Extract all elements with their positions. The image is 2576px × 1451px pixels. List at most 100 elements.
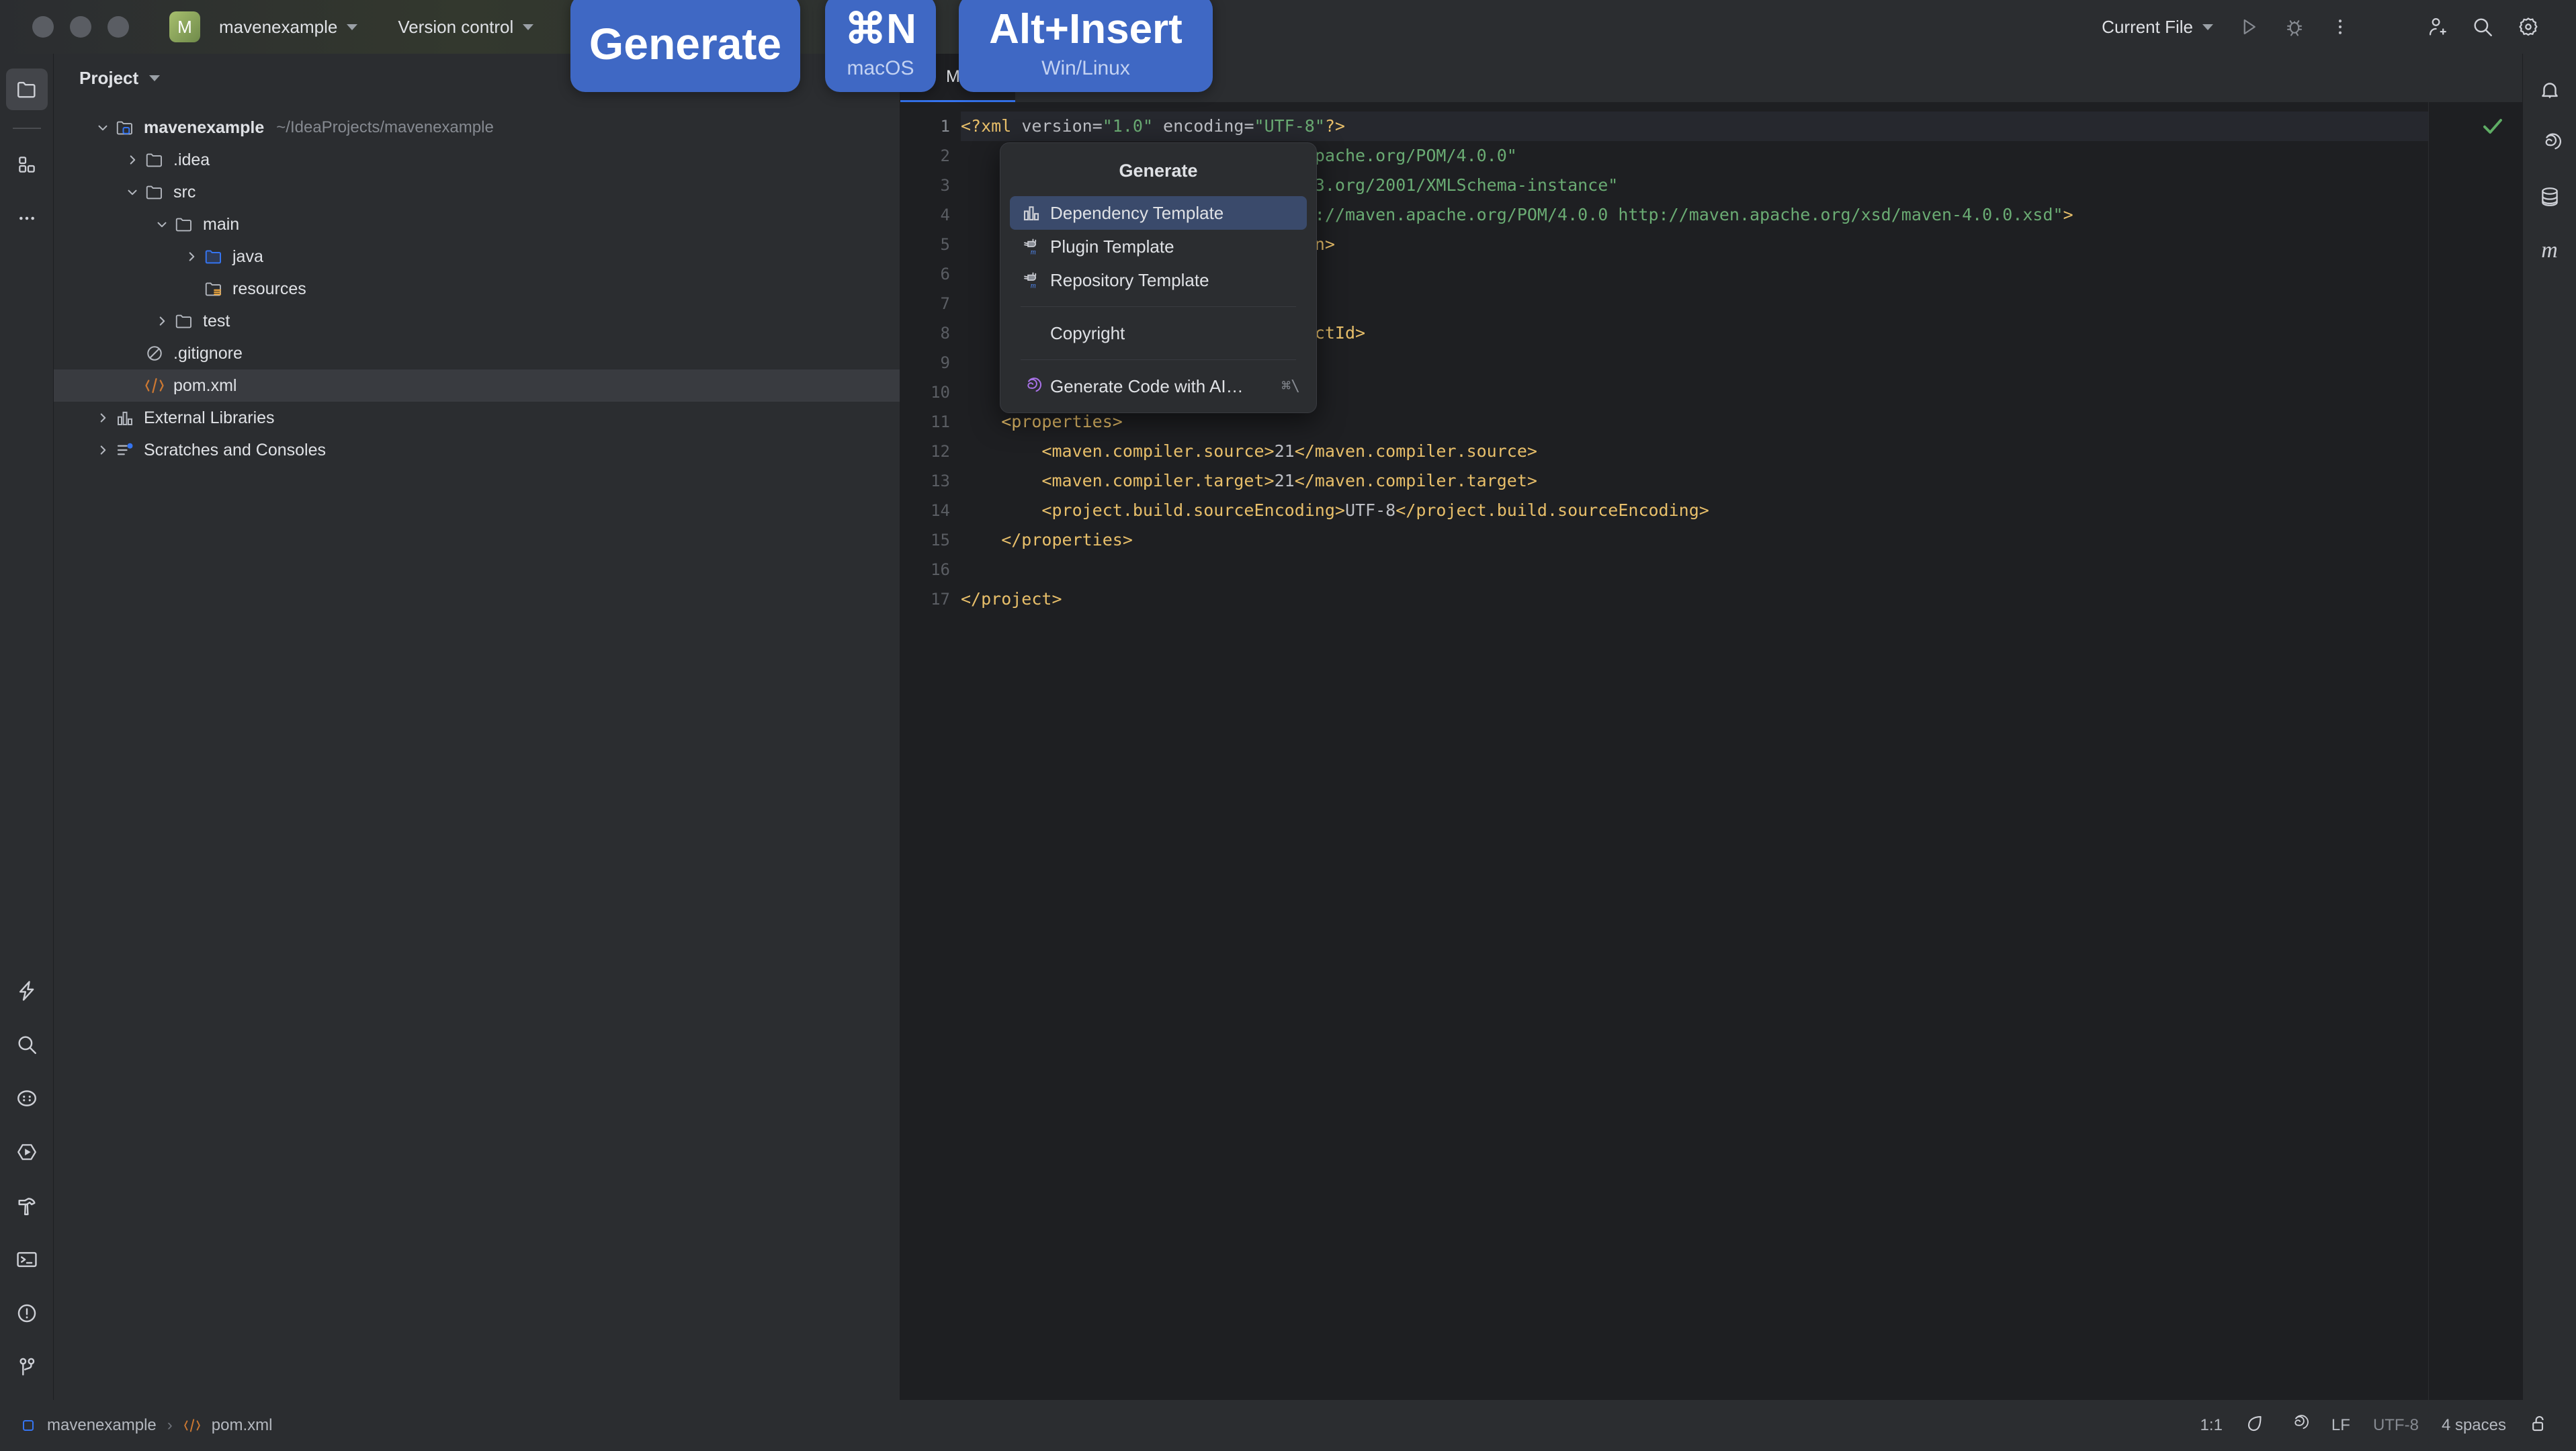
code-line[interactable]: </properties> xyxy=(961,525,2428,555)
sidebar-item-structure[interactable] xyxy=(6,144,48,185)
intellij-window: M mavenexample Version control Current F… xyxy=(0,0,2576,1451)
inspection-leaf-icon[interactable] xyxy=(2245,1413,2266,1438)
breadcrumb[interactable]: mavenexample › pom.xml xyxy=(20,1416,272,1435)
menu-item-repository-template[interactable]: mRepository Template xyxy=(1010,263,1307,297)
sidebar-item-more[interactable] xyxy=(6,197,48,239)
tree-item-java[interactable]: java xyxy=(54,240,900,273)
inspection-ok-check-icon[interactable] xyxy=(2481,114,2505,142)
sidebar-item-database[interactable] xyxy=(2529,176,2571,218)
tree-item-label: .gitignore xyxy=(173,344,243,363)
code-token-tag: </project.build.sourceEncoding> xyxy=(1396,500,1709,520)
tree-item-main[interactable]: main xyxy=(54,208,900,240)
code-line[interactable]: <maven.compiler.source>21</maven.compile… xyxy=(961,437,2428,466)
run-button[interactable] xyxy=(2228,6,2270,48)
tree-expand-arrow-icon[interactable] xyxy=(93,118,113,138)
code-line[interactable]: <maven.compiler.target>21</maven.compile… xyxy=(961,466,2428,496)
menu-item-generate-code-with-ai[interactable]: Generate Code with AI… ⌘\ xyxy=(1010,369,1307,403)
tree-item-mavenexample[interactable]: mavenexample ~/IdeaProjects/mavenexample xyxy=(54,112,900,144)
file-encoding[interactable]: UTF-8 xyxy=(2373,1416,2419,1435)
maximize-window-button[interactable] xyxy=(108,16,129,38)
tree-item-src[interactable]: src xyxy=(54,176,900,208)
tree-expand-arrow-icon[interactable] xyxy=(93,440,113,460)
tree-expand-arrow-icon[interactable] xyxy=(122,150,142,170)
search-everywhere-button[interactable] xyxy=(2462,6,2503,48)
xml-file-icon xyxy=(142,376,167,396)
ai-spiral-icon[interactable] xyxy=(2288,1413,2309,1438)
sidebar-item-problems[interactable] xyxy=(6,1292,48,1334)
tree-item-label: .idea xyxy=(173,150,210,170)
project-badge-icon: M xyxy=(169,11,200,42)
breadcrumb-file[interactable]: pom.xml xyxy=(212,1416,273,1435)
editor-markup-gutter[interactable] xyxy=(2428,102,2522,1400)
folder-icon xyxy=(142,182,167,202)
sidebar-item-build[interactable] xyxy=(6,1185,48,1227)
line-number: 14 xyxy=(900,496,950,525)
menu-item-dependency-template[interactable]: Dependency Template xyxy=(1010,196,1307,230)
tree-item-test[interactable]: test xyxy=(54,305,900,337)
svg-text:m: m xyxy=(1031,281,1036,290)
tree-item-path: ~/IdeaProjects/mavenexample xyxy=(276,118,494,137)
window-controls[interactable] xyxy=(32,16,129,38)
minimize-window-button[interactable] xyxy=(70,16,91,38)
project-name-dropdown[interactable]: mavenexample xyxy=(208,8,368,46)
sidebar-item-find[interactable] xyxy=(6,1024,48,1065)
settings-gear-icon[interactable] xyxy=(2507,6,2549,48)
tree-item-external-libraries[interactable]: External Libraries xyxy=(54,402,900,434)
gitignore-icon xyxy=(142,343,167,363)
libraries-icon xyxy=(113,408,137,428)
sidebar-item-version-control[interactable] xyxy=(6,1346,48,1388)
tree-expand-arrow-icon[interactable] xyxy=(152,214,172,234)
sidebar-item-terminal[interactable] xyxy=(6,1239,48,1280)
close-window-button[interactable] xyxy=(32,16,54,38)
unlocked-icon[interactable] xyxy=(2529,1413,2549,1438)
debug-button[interactable] xyxy=(2274,6,2315,48)
tree-expand-arrow-icon[interactable] xyxy=(122,182,142,202)
sidebar-item-ai-assistant[interactable] xyxy=(6,970,48,1012)
menu-item-label: Generate Code with AI… xyxy=(1050,376,1244,397)
sidebar-item-notifications[interactable] xyxy=(2529,69,2571,110)
line-number: 1 xyxy=(900,112,950,141)
project-tree[interactable]: mavenexample ~/IdeaProjects/mavenexample.… xyxy=(54,102,900,1400)
sidebar-item-project[interactable] xyxy=(6,69,48,110)
tree-item-scratches-and-consoles[interactable]: Scratches and Consoles xyxy=(54,434,900,466)
tree-item-label: mavenexample xyxy=(144,118,264,138)
titlebar-right-actions: Current File xyxy=(2083,6,2576,48)
line-separator[interactable]: LF xyxy=(2331,1416,2350,1435)
generate-popup[interactable]: Generate Dependency TemplatemPlugin Temp… xyxy=(1000,142,1317,413)
more-actions-button[interactable] xyxy=(2319,6,2361,48)
sidebar-item-plugins[interactable] xyxy=(6,1078,48,1119)
code-token-tag: <?xml xyxy=(961,116,1021,136)
version-control-dropdown[interactable]: Version control xyxy=(387,8,544,46)
breadcrumb-project[interactable]: mavenexample xyxy=(47,1416,157,1435)
caret-position[interactable]: 1:1 xyxy=(2200,1416,2223,1435)
code-line[interactable] xyxy=(961,555,2428,584)
tree-item-gitignore[interactable]: .gitignore xyxy=(54,337,900,369)
indent-setting[interactable]: 4 spaces xyxy=(2442,1416,2506,1435)
folder-icon xyxy=(172,214,196,234)
tree-expand-arrow-icon[interactable] xyxy=(93,408,113,428)
menu-item-shortcut: ⌘\ xyxy=(1281,378,1300,395)
menu-item-plugin-template[interactable]: mPlugin Template xyxy=(1010,230,1307,263)
tree-expand-arrow-icon[interactable] xyxy=(181,247,202,267)
tree-expand-arrow-icon[interactable] xyxy=(152,311,172,331)
code-token-str: "1.0" xyxy=(1103,116,1153,136)
sidebar-item-maven[interactable]: m xyxy=(2529,230,2571,271)
menu-item-copyright[interactable]: Copyright xyxy=(1010,316,1307,350)
sidebar-item-run[interactable] xyxy=(6,1131,48,1173)
tree-item-pom-xml[interactable]: pom.xml xyxy=(54,369,900,402)
tree-item-idea[interactable]: .idea xyxy=(54,144,900,176)
folder-icon xyxy=(172,311,196,331)
chevron-down-icon[interactable] xyxy=(149,75,160,81)
left-tool-stripe xyxy=(0,54,54,1400)
code-token-tag: <maven.compiler.target> xyxy=(961,471,1275,490)
add-account-button[interactable] xyxy=(2416,6,2458,48)
code-line[interactable]: <?xml version="1.0" encoding="UTF-8"?> xyxy=(961,112,2428,141)
line-number: 12 xyxy=(900,437,950,466)
page-title: Project xyxy=(79,68,138,89)
code-line[interactable]: <project.build.sourceEncoding>UTF-8</pro… xyxy=(961,496,2428,525)
code-line[interactable]: </project> xyxy=(961,584,2428,614)
run-configuration-label: Current File xyxy=(2102,17,2193,38)
tree-item-resources[interactable]: resources xyxy=(54,273,900,305)
run-configuration-selector[interactable]: Current File xyxy=(2091,8,2224,46)
sidebar-item-ai-assistant[interactable] xyxy=(2529,122,2571,164)
